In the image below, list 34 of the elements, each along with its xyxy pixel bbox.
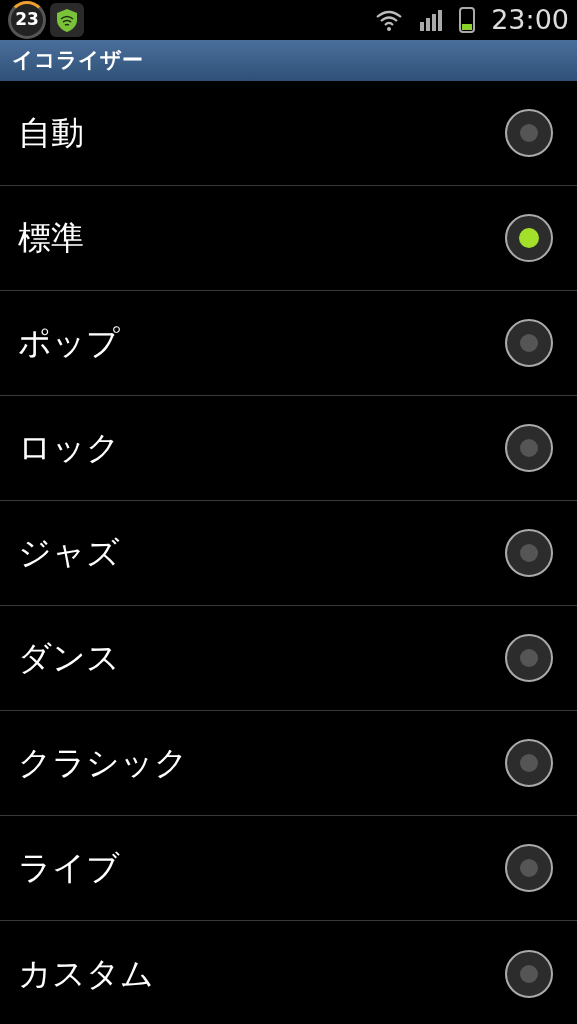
radio-button[interactable] (505, 634, 553, 682)
option-row[interactable]: 標準 (0, 186, 577, 291)
screen-title: イコライザー (12, 46, 143, 74)
radio-button[interactable] (505, 739, 553, 787)
option-row[interactable]: ロック (0, 396, 577, 501)
option-label: ジャズ (18, 532, 121, 575)
radio-button[interactable] (505, 844, 553, 892)
option-row[interactable]: 自動 (0, 81, 577, 186)
option-label: クラシック (18, 742, 189, 785)
radio-button[interactable] (505, 319, 553, 367)
radio-button[interactable] (505, 214, 553, 262)
notification-badge[interactable]: 23 (8, 1, 46, 39)
radio-button[interactable] (505, 109, 553, 157)
radio-button[interactable] (505, 529, 553, 577)
option-label: ロック (18, 427, 121, 470)
option-label: ポップ (18, 322, 121, 365)
option-label: ライブ (18, 847, 121, 890)
radio-button[interactable] (505, 949, 553, 998)
option-row[interactable]: ジャズ (0, 501, 577, 606)
option-row[interactable]: ライブ (0, 816, 577, 921)
option-label: 自動 (18, 112, 85, 155)
option-row[interactable]: クラシック (0, 711, 577, 816)
option-row[interactable]: カスタム (0, 921, 577, 1024)
option-row[interactable]: ダンス (0, 606, 577, 711)
battery-icon (459, 7, 476, 33)
signal-icon (419, 9, 444, 31)
option-row[interactable]: ポップ (0, 291, 577, 396)
option-label: ダンス (18, 637, 121, 680)
option-label: カスタム (18, 952, 155, 995)
wifi-icon (375, 8, 404, 32)
radio-button[interactable] (505, 424, 553, 472)
option-label: 標準 (18, 217, 85, 260)
shield-icon[interactable] (50, 3, 84, 37)
clock: 23:00 (491, 2, 569, 37)
